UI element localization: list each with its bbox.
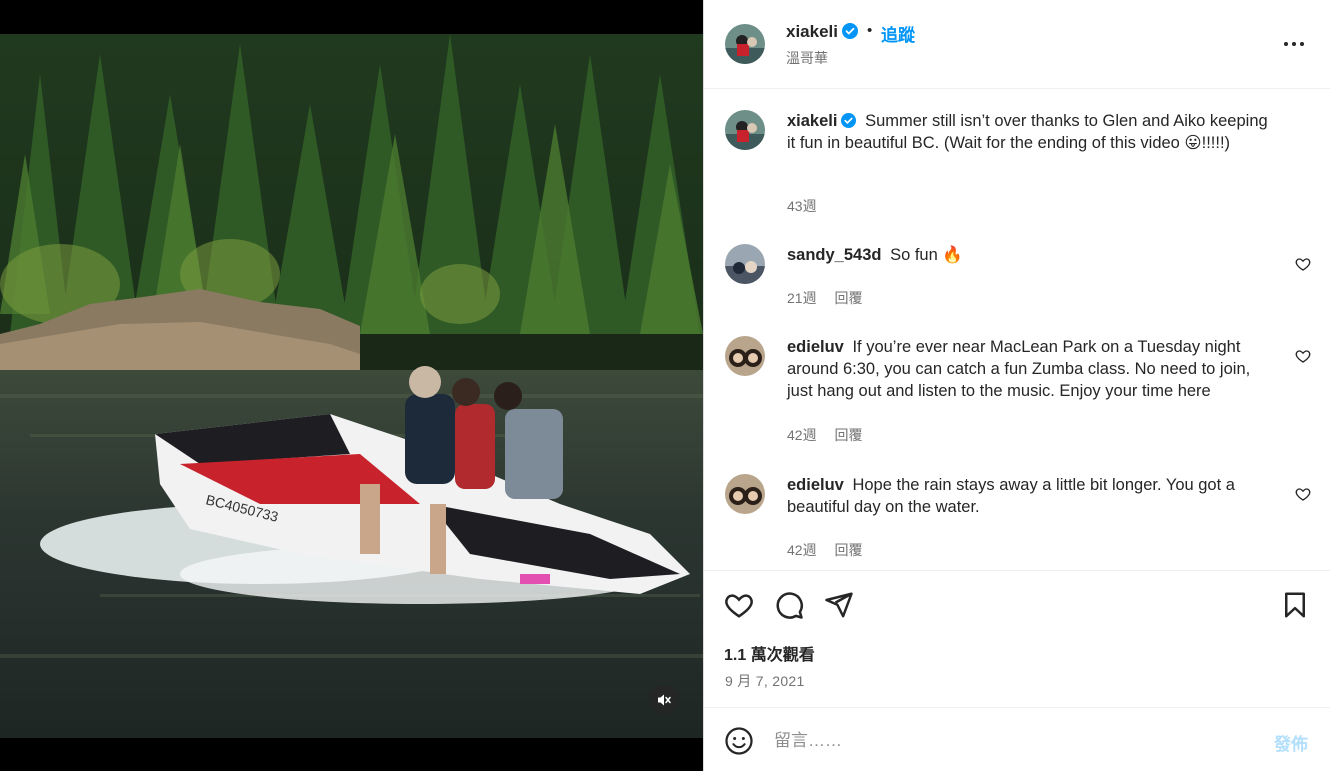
avatar-image (725, 110, 765, 150)
comment-input[interactable] (774, 728, 1254, 754)
post-actions: 1.1 萬次觀看 9 月 7, 2021 (704, 570, 1330, 707)
reply-button[interactable]: 回覆 (834, 542, 862, 558)
follow-button[interactable]: 追蹤 (881, 21, 915, 46)
post-video[interactable]: BC4050733 (0, 34, 703, 738)
commenter-avatar[interactable] (725, 244, 765, 284)
comment-timestamp[interactable]: 21週 (787, 290, 817, 306)
send-icon[interactable] (824, 590, 854, 620)
avatar-image (725, 474, 765, 514)
more-options-icon-dot (1292, 42, 1296, 46)
verified-badge-icon (841, 113, 857, 128)
comment-timestamp[interactable]: 42週 (787, 427, 817, 443)
mute-toggle-button[interactable] (649, 685, 679, 715)
comment-composer: 發佈 (704, 707, 1330, 771)
post-header: xiakeli • 追蹤 溫哥華 (704, 0, 1330, 89)
comment-text-block: edieluv If you’re ever near MacLean Park… (787, 336, 1279, 402)
header-separator: • (867, 22, 873, 39)
comment-username[interactable]: edieluv (787, 338, 844, 356)
more-options-icon-dot (1284, 42, 1288, 46)
comment-text: So fun 🔥 (890, 246, 963, 264)
comment-like-icon[interactable] (1295, 348, 1311, 364)
commenter-avatar[interactable] (725, 336, 765, 376)
muted-speaker-icon (658, 694, 671, 706)
post-comment-button[interactable]: 發佈 (1274, 730, 1308, 755)
caption-username[interactable]: xiakeli (787, 112, 857, 130)
comment-username[interactable]: sandy_543d (787, 246, 881, 264)
author-username-text[interactable]: xiakeli (786, 22, 838, 41)
post-date[interactable]: 9 月 7, 2021 (725, 671, 805, 691)
video-frame-scene: BC4050733 (0, 34, 703, 738)
avatar-image (725, 24, 765, 64)
caption-timestamp[interactable]: 43週 (787, 198, 817, 214)
comment-timestamp[interactable]: 42週 (787, 542, 817, 558)
more-options-button[interactable] (1282, 36, 1306, 52)
comment-like-icon[interactable] (1295, 256, 1311, 272)
caption-username-text[interactable]: xiakeli (787, 112, 837, 130)
commenter-avatar[interactable] (725, 474, 765, 514)
reply-button[interactable]: 回覆 (834, 427, 862, 443)
caption-text: Summer still isn’t over thanks to Glen a… (787, 112, 1268, 152)
heart-icon[interactable] (724, 590, 754, 620)
caption-author-avatar[interactable] (725, 110, 765, 150)
caption-text-block: xiakeli Summer still isn’t over thanks t… (787, 110, 1279, 154)
comment-text: If you’re ever near MacLean Park on a Tu… (787, 338, 1251, 400)
comment-like-icon[interactable] (1295, 486, 1311, 502)
comment-meta: 21週 回覆 (787, 288, 876, 308)
comment-meta: 42週 回覆 (787, 425, 876, 445)
verified-badge-icon (842, 23, 858, 39)
author-username[interactable]: xiakeli (786, 22, 858, 42)
video-pane: BC4050733 (0, 0, 703, 771)
avatar-image (725, 336, 765, 376)
view-count[interactable]: 1.1 萬次觀看 (724, 641, 815, 665)
comment-text-block: edieluv Hope the rain stays away a littl… (787, 474, 1279, 518)
post-location[interactable]: 溫哥華 (786, 48, 828, 68)
reply-button[interactable]: 回覆 (834, 290, 862, 306)
comment-username[interactable]: edieluv (787, 476, 844, 494)
comment-meta: 42週 回覆 (787, 540, 876, 560)
comment-text-block: sandy_543d So fun 🔥 (787, 244, 1279, 266)
comment-icon[interactable] (774, 590, 804, 620)
caption-meta: 43週 (787, 196, 831, 216)
bookmark-icon[interactable] (1280, 590, 1310, 620)
post-side-panel: xiakeli • 追蹤 溫哥華 xiakeli Summer still is… (703, 0, 1330, 771)
comment-text: Hope the rain stays away a little bit lo… (787, 476, 1235, 516)
comments-list[interactable]: xiakeli Summer still isn’t over thanks t… (704, 90, 1330, 570)
emoji-icon[interactable] (724, 726, 754, 756)
author-avatar[interactable] (725, 24, 765, 64)
more-options-icon-dot (1300, 42, 1304, 46)
avatar-image (725, 244, 765, 284)
